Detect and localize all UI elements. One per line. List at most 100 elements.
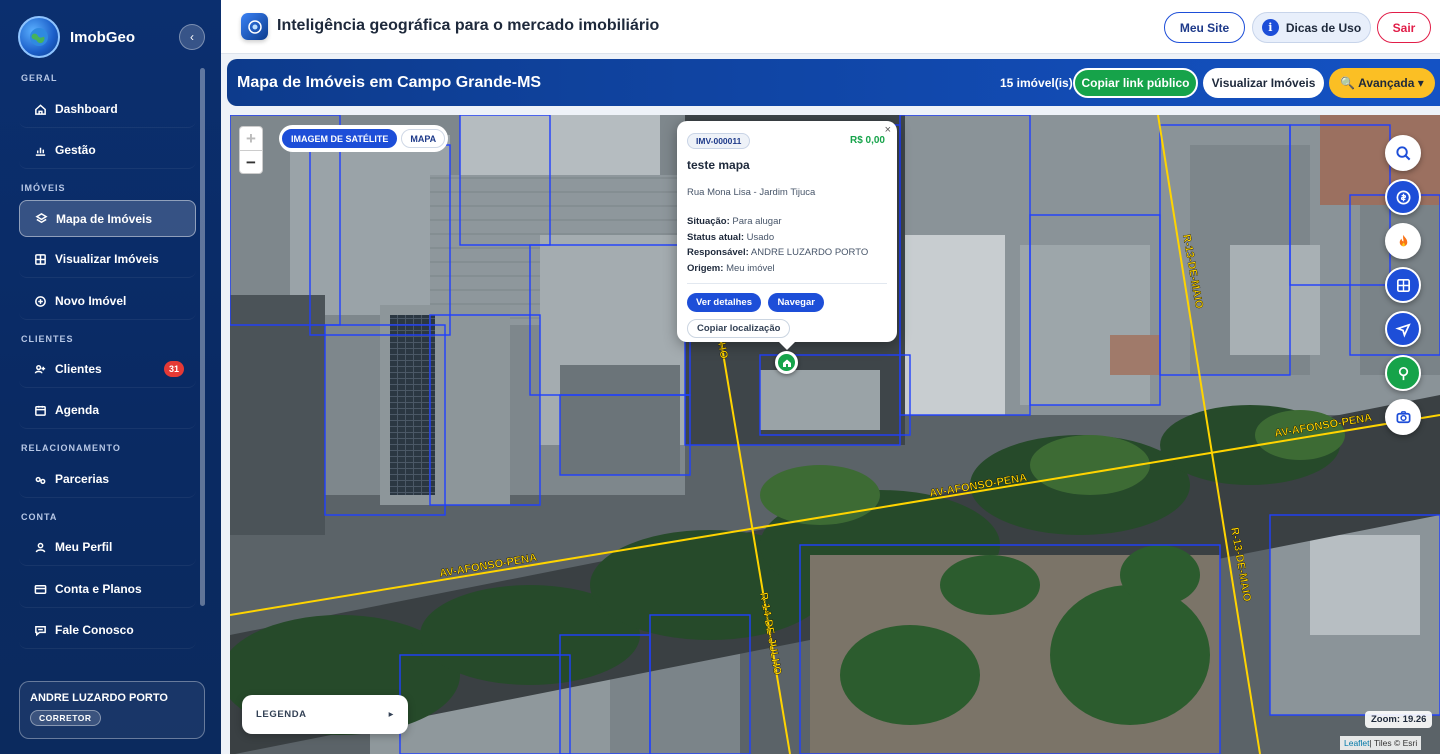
property-marker[interactable] (775, 351, 798, 374)
sidebar-item-clientes[interactable]: Clientes 31 (19, 351, 196, 388)
property-code-badge: IMV-000011 (687, 133, 751, 149)
detail-label: Status atual: (687, 231, 745, 243)
sidebar-item-label: Dashboard (55, 102, 118, 116)
sidebar-item-label: Fale Conosco (55, 623, 134, 637)
zoom-out-button[interactable]: − (240, 151, 262, 175)
sidebar-item-parcerias[interactable]: Parcerias (19, 461, 196, 498)
coin-icon (1396, 190, 1410, 204)
detail-value: Meu imóvel (726, 263, 775, 275)
zoom-level-readout: Zoom: 19.26 (1365, 711, 1433, 728)
sidebar-item-dashboard[interactable]: Dashboard (19, 91, 196, 128)
collapse-sidebar-button[interactable]: ‹ (179, 24, 205, 50)
sidebar-item-label: Parcerias (55, 472, 110, 486)
section-label-imoveis: IMÓVEIS (21, 183, 66, 193)
tips-button-label: Dicas de Uso (1285, 20, 1362, 35)
link-icon (33, 472, 47, 486)
legend-toggle[interactable]: LEGENDA ▸ (242, 695, 408, 734)
legend-label: LEGENDA (256, 709, 307, 720)
logout-button[interactable]: Sair (1377, 12, 1431, 43)
brand-name: ImobGeo (70, 28, 136, 46)
page-title: Mapa de Imóveis em Campo Grande-MS (237, 74, 542, 91)
view-details-button[interactable]: Ver detalhes (687, 292, 761, 312)
brand[interactable]: ImobGeo (18, 16, 135, 58)
sidebar-scrollbar[interactable] (200, 68, 205, 606)
tips-button[interactable]: i Dicas de Uso (1252, 12, 1371, 43)
map-canvas[interactable]: AV-AFONSO-PENA AV-AFONSO-PENA AV-AFONSO-… (230, 115, 1440, 754)
property-count: 15 imóvel(is) (1000, 76, 1073, 90)
sidebar-item-gestao[interactable]: Gestão (19, 132, 196, 169)
sidebar-item-label: Visualizar Imóveis (55, 252, 159, 266)
sidebar-item-novo-imovel[interactable]: Novo Imóvel (19, 283, 196, 320)
property-popup: × IMV-000011 R$ 0,00 teste mapa Rua Mona… (677, 121, 897, 350)
camera-icon (1396, 410, 1410, 423)
layer-switcher: IMAGEM DE SATÉLITE MAPA (279, 125, 449, 152)
property-price: R$ 0,00 (849, 135, 885, 146)
map-layer-button[interactable]: MAPA (401, 129, 446, 148)
user-card[interactable]: ANDRE LUZARDO PORTO CORRETOR (19, 681, 205, 739)
user-role-badge: CORRETOR (30, 710, 101, 726)
sidebar-item-label: Agenda (55, 403, 100, 417)
section-label-geral: GERAL (21, 73, 58, 83)
clients-count-badge: 31 (164, 361, 184, 377)
property-title: teste mapa (687, 158, 750, 172)
tiles-credit: | Tiles © Esri (1369, 738, 1418, 748)
sidebar-item-label: Meu Perfil (55, 540, 113, 554)
card-icon (33, 582, 47, 596)
sidebar-item-fale-conosco[interactable]: Fale Conosco (19, 612, 196, 649)
grid-icon (33, 252, 47, 266)
chevron-right-icon: ▸ (388, 709, 394, 720)
advanced-search-button[interactable]: 🔍 Avançada ▾ (1329, 68, 1435, 98)
calendar-icon (33, 403, 47, 417)
sidebar-item-mapa-imoveis[interactable]: Mapa de Imóveis (19, 200, 196, 237)
sidebar-item-meu-perfil[interactable]: Meu Perfil (19, 529, 196, 566)
info-icon: i (1261, 19, 1279, 36)
search-map-button[interactable] (1385, 135, 1421, 171)
detail-label: Responsável: (687, 247, 749, 259)
app-title: Inteligência geográfica para o mercado i… (277, 17, 660, 34)
detail-row: Origem: Meu imóvel (687, 261, 887, 277)
home-icon (33, 102, 47, 116)
currency-filter-button[interactable] (1385, 179, 1421, 215)
sidebar-item-conta-planos[interactable]: Conta e Planos (19, 571, 196, 608)
zoom-in-button[interactable]: + (240, 127, 262, 151)
my-site-button[interactable]: Meu Site (1164, 12, 1245, 43)
fire-icon (1399, 234, 1407, 246)
sidebar-item-label: Novo Imóvel (55, 294, 127, 308)
sidebar-item-visualizar-imoveis[interactable]: Visualizar Imóveis (19, 241, 196, 278)
detail-value: ANDRE LUZARDO PORTO (750, 247, 869, 259)
user-name: ANDRE LUZARDO PORTO (30, 692, 168, 704)
parcels-layer-button[interactable] (1385, 267, 1421, 303)
detail-label: Situação: (687, 216, 730, 227)
detail-row: Situação: Para alugar (687, 214, 887, 230)
chevron-left-icon: ‹ (190, 30, 194, 44)
view-properties-button[interactable]: Visualizar Imóveis (1203, 68, 1324, 98)
green-areas-button[interactable] (1385, 355, 1421, 391)
copy-location-button[interactable]: Copiar localização (687, 318, 791, 338)
screenshot-button[interactable] (1385, 399, 1421, 435)
sidebar: ImobGeo ‹ GERAL Dashboard Gestão IMÓVEIS… (0, 0, 221, 754)
navigate-button[interactable]: Navegar (768, 292, 824, 312)
sidebar-item-label: Gestão (55, 143, 96, 157)
locate-me-button[interactable] (1385, 311, 1421, 347)
sidebar-item-label: Clientes (55, 362, 102, 376)
satellite-layer-button[interactable]: IMAGEM DE SATÉLITE (282, 129, 398, 148)
detail-row: Responsável: ANDRE LUZARDO PORTO (687, 245, 887, 261)
property-address: Rua Mona Lisa - Jardim Tijuca (687, 187, 816, 198)
house-icon (782, 359, 791, 367)
navigation-arrow-icon (1394, 322, 1411, 338)
copy-public-link-button[interactable]: Copiar link público (1073, 68, 1198, 98)
sidebar-item-agenda[interactable]: Agenda (19, 392, 196, 429)
property-details: Situação: Para alugar Status atual: Usad… (687, 214, 887, 277)
map-attribution: Leaflet | Tiles © Esri (1340, 736, 1422, 750)
popup-close-button[interactable]: × (885, 124, 891, 136)
chat-icon (33, 623, 47, 637)
users-icon (33, 362, 47, 376)
detail-row: Status atual: Usado (687, 230, 887, 246)
globe-logo-icon (18, 16, 60, 58)
topbar: Inteligência geográfica para o mercado i… (221, 0, 1440, 54)
heatmap-button[interactable] (1385, 223, 1421, 259)
section-label-relacionamento: RELACIONAMENTO (21, 443, 121, 453)
leaflet-link[interactable]: Leaflet (1344, 738, 1370, 748)
section-label-clientes: CLIENTES (21, 334, 74, 344)
detail-value: Usado (746, 231, 775, 243)
